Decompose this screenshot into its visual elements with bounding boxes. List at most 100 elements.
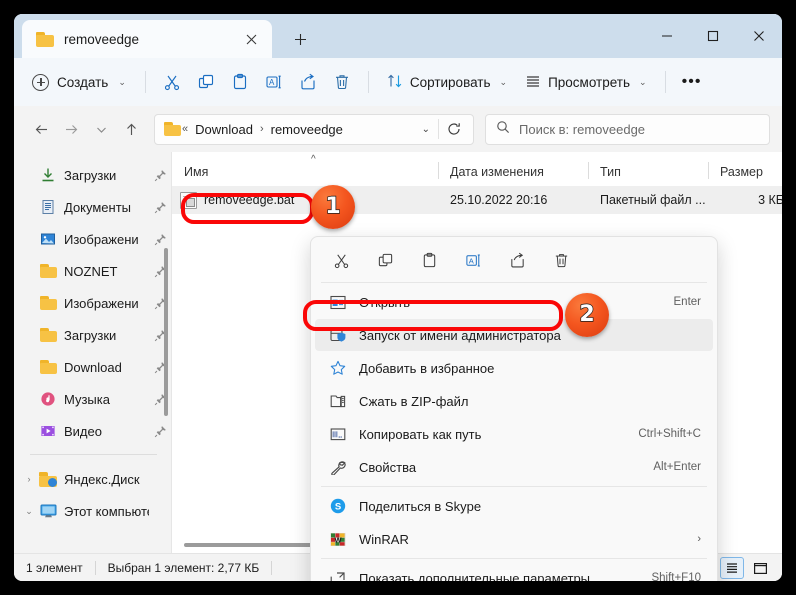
sort-icon — [387, 73, 403, 92]
context-menu-item-8[interactable]: W WinRAR › — [315, 523, 713, 555]
sidebar-item-9[interactable]: Видео — [14, 415, 171, 447]
chevron-right-icon: › — [697, 533, 701, 545]
sidebar-item-5[interactable]: Изображени — [14, 287, 171, 319]
delete-button[interactable] — [325, 66, 359, 98]
sidebar-item-3[interactable]: Изображени — [14, 223, 171, 255]
sidebar-item-1[interactable]: Загрузки — [14, 159, 171, 191]
folder-icon — [38, 328, 58, 342]
sidebar-item-6[interactable]: Загрузки — [14, 319, 171, 351]
share-icon[interactable] — [497, 244, 537, 276]
chevron-down-icon[interactable]: ⌄ — [414, 124, 438, 135]
sort-button[interactable]: Сортировать ⌄ — [378, 66, 516, 98]
tab-removeedge[interactable]: removeedge — [22, 20, 272, 58]
sidebar-item-4[interactable]: NOZNET — [14, 255, 171, 287]
forward-button[interactable] — [56, 114, 86, 144]
paste-button[interactable] — [223, 66, 257, 98]
context-menu-item-4[interactable]: Сжать в ZIP-файл — [315, 385, 713, 417]
sidebar-scrollbar[interactable] — [164, 248, 168, 416]
back-button[interactable] — [26, 114, 56, 144]
pin-icon[interactable] — [149, 169, 171, 182]
copy-icon[interactable] — [365, 244, 405, 276]
column-header-name[interactable]: Имя — [172, 165, 438, 179]
chevron-down-icon: ⌄ — [639, 76, 647, 87]
pin-icon[interactable] — [149, 425, 171, 438]
divider — [321, 282, 707, 283]
file-type-cell: Пакетный файл ... — [600, 193, 706, 207]
more-options-icon — [327, 571, 349, 581]
context-menu-item-2[interactable]: Запуск от имени администратора — [315, 319, 713, 351]
breadcrumb[interactable]: « Download › removeedge ⌄ — [154, 113, 474, 145]
divider — [664, 71, 666, 93]
context-menu-item-label: WinRAR — [359, 531, 409, 547]
more-options-button[interactable]: ••• — [675, 66, 709, 98]
column-header-date[interactable]: Дата изменения — [438, 162, 588, 179]
context-menu-item-7[interactable]: S Поделиться в Skype — [315, 490, 713, 522]
refresh-icon[interactable] — [439, 122, 469, 136]
context-menu-item-label: Запуск от имени администратора — [359, 327, 561, 343]
column-header-type[interactable]: Тип — [588, 162, 708, 179]
winrar-icon: W — [327, 532, 349, 547]
maximize-button[interactable] — [690, 14, 736, 58]
folder-icon — [36, 31, 54, 47]
pin-icon[interactable] — [149, 233, 171, 246]
sidebar-item-label: Документы — [64, 199, 132, 215]
folder-icon — [164, 122, 181, 136]
view-button[interactable]: Просмотреть ⌄ — [516, 66, 655, 98]
expander-icon[interactable]: ⌄ — [20, 506, 38, 517]
context-menu-item-3[interactable]: Добавить в избранное — [315, 352, 713, 384]
up-button[interactable] — [116, 114, 146, 144]
new-tab-button[interactable] — [286, 25, 314, 53]
details-view-icon[interactable] — [748, 557, 772, 579]
context-menu-item-5[interactable]: Копировать как путь Ctrl+Shift+C — [315, 418, 713, 450]
column-header-size[interactable]: Размер — [708, 162, 782, 179]
recent-locations-button[interactable] — [86, 114, 116, 144]
pin-icon[interactable] — [149, 201, 171, 214]
scissors-icon[interactable] — [321, 244, 361, 276]
breadcrumb-overflow[interactable]: « — [182, 123, 188, 135]
rename-button[interactable]: A — [257, 66, 291, 98]
file-date-cell: 25.10.2022 20:16 — [450, 193, 548, 207]
search-icon — [496, 120, 510, 139]
context-menu-shortcut: Enter — [673, 296, 702, 308]
divider — [30, 454, 157, 455]
sidebar-item-label: Изображени — [64, 295, 139, 311]
minimize-button[interactable] — [644, 14, 690, 58]
sidebar-item-label: Загрузки — [64, 327, 117, 343]
expander-icon[interactable]: › — [20, 474, 38, 484]
trash-icon[interactable] — [541, 244, 581, 276]
share-button[interactable] — [291, 66, 325, 98]
sidebar-tree-item-label: Яндекс.Диск — [64, 471, 140, 487]
search-input[interactable]: Поиск в: removeedge — [485, 113, 770, 145]
table-row[interactable]: removeedge.bat 25.10.2022 20:16 Пакетный… — [172, 186, 782, 214]
copy-path-icon — [327, 427, 349, 442]
context-menu-shortcut: Shift+F10 — [651, 572, 701, 581]
music-icon — [38, 391, 58, 407]
annotation-number: 2 — [579, 302, 596, 327]
cut-button[interactable] — [155, 66, 189, 98]
sidebar-tree-item-1[interactable]: › Яндекс.Диск — [14, 463, 171, 495]
rename-icon[interactable]: A — [453, 244, 493, 276]
sidebar-item-7[interactable]: Download — [14, 351, 171, 383]
context-menu-item-label: Свойства — [359, 459, 417, 475]
divider — [144, 71, 146, 93]
close-button[interactable] — [736, 14, 782, 58]
context-menu-shortcut: Ctrl+Shift+C — [638, 428, 701, 440]
column-headers: ^ Имя Дата изменения Тип Размер — [172, 152, 782, 186]
folder-icon — [38, 360, 58, 374]
list-view-icon[interactable] — [720, 557, 744, 579]
copy-button[interactable] — [189, 66, 223, 98]
context-menu-item-1[interactable]: Открыть Enter — [315, 286, 713, 318]
sidebar-item-label: NOZNET — [64, 263, 118, 279]
sidebar-item-2[interactable]: Документы — [14, 191, 171, 223]
sidebar-item-8[interactable]: Музыка — [14, 383, 171, 415]
paste-icon[interactable] — [409, 244, 449, 276]
context-menu-item-label: Добавить в избранное — [359, 360, 495, 376]
close-icon[interactable] — [238, 26, 264, 52]
new-button[interactable]: Создать ⌄ — [26, 66, 136, 98]
context-menu-item-label: Показать дополнительные параметры — [359, 570, 591, 582]
context-menu-item-9[interactable]: Показать дополнительные параметры Shift+F… — [315, 562, 713, 581]
breadcrumb-item-download[interactable]: Download — [191, 120, 257, 139]
context-menu-item-6[interactable]: Свойства Alt+Enter — [315, 451, 713, 483]
sidebar-tree-item-2[interactable]: ⌄ Этот компьюте — [14, 495, 171, 527]
breadcrumb-item-removeedge[interactable]: removeedge — [267, 120, 347, 139]
